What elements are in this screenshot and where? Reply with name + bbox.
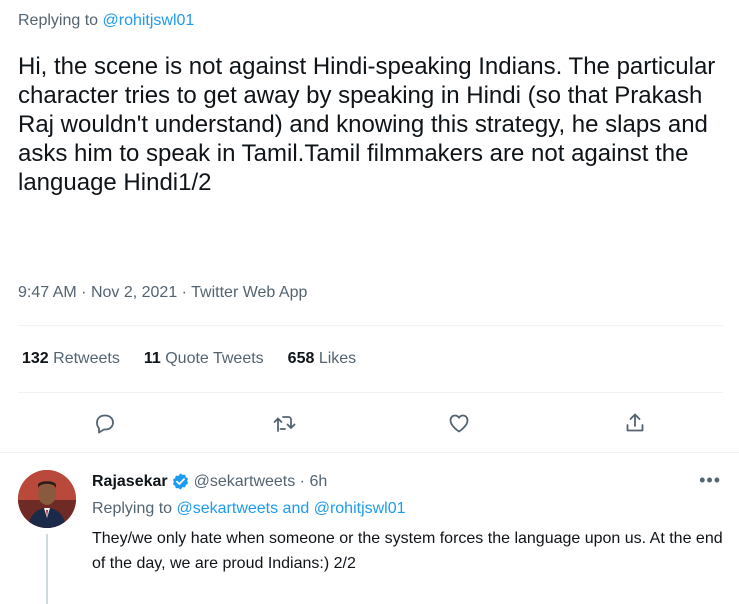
divider [18, 325, 723, 326]
retweet-icon [273, 416, 296, 432]
tweet-stats: 132 Retweets 11 Quote Tweets 658 Likes [22, 350, 380, 368]
quote-tweets-label: Quote Tweets [165, 350, 264, 367]
meta-separator: · [181, 284, 192, 301]
retweet-button[interactable] [266, 405, 302, 441]
meta-separator: · [81, 284, 91, 301]
reply-author-handle[interactable]: @sekartweets [194, 473, 296, 491]
quote-tweets-count: 11 [143, 350, 161, 367]
likes-label: Likes [318, 350, 357, 367]
avatar[interactable] [18, 470, 76, 528]
likes-count: 658 [287, 350, 315, 367]
reply-replying-prefix: Replying to [92, 500, 173, 517]
divider [18, 392, 723, 393]
reply-separator: · [295, 472, 310, 490]
replying-to-line: Replying to @rohitjswl01 [18, 12, 194, 30]
tweet-date[interactable]: Nov 2, 2021 [91, 284, 177, 301]
reply-tweet[interactable]: Rajasekar @sekartweets · 6h ••• Replying… [0, 458, 739, 604]
likes-stat[interactable]: 658 Likes [288, 350, 357, 368]
reply-text: They/we only hate when someone or the sy… [92, 530, 723, 572]
more-options-button[interactable]: ••• [699, 470, 721, 491]
retweets-label: Retweets [53, 350, 120, 367]
replying-to-handle-link[interactable]: @rohitjswl01 [103, 12, 195, 29]
reply-time[interactable]: 6h [309, 473, 327, 491]
tweet-time[interactable]: 9:47 AM [18, 284, 77, 301]
quote-tweets-stat[interactable]: 11 Quote Tweets [144, 350, 264, 368]
like-icon [449, 414, 469, 433]
reply-button[interactable] [87, 405, 123, 441]
tweet-source[interactable]: Twitter Web App [191, 284, 307, 301]
tweet-text: Hi, the scene is not against Hindi-speak… [18, 53, 716, 196]
divider [0, 452, 739, 453]
share-icon [626, 413, 644, 432]
retweets-count: 132 [22, 350, 49, 367]
verified-badge-icon [172, 473, 188, 490]
retweets-stat[interactable]: 132 Retweets [22, 350, 120, 368]
reply-replying-handles-link[interactable]: @sekartweets and @rohitjswl01 [177, 500, 406, 517]
reply-replying-to: Replying to @sekartweets and @rohitjswl0… [92, 500, 406, 518]
reply-icon [96, 414, 114, 434]
reply-author-name[interactable]: Rajasekar [92, 473, 168, 491]
like-button[interactable] [441, 405, 477, 441]
tweet-actions [0, 405, 739, 445]
replying-to-prefix: Replying to [18, 12, 99, 29]
tweet-meta: 9:47 AM · Nov 2, 2021 · Twitter Web App [18, 284, 307, 302]
avatar-photo [18, 470, 76, 528]
reply-header: Rajasekar @sekartweets · 6h [92, 472, 327, 491]
thread-line [46, 534, 48, 604]
share-button[interactable] [617, 405, 653, 441]
